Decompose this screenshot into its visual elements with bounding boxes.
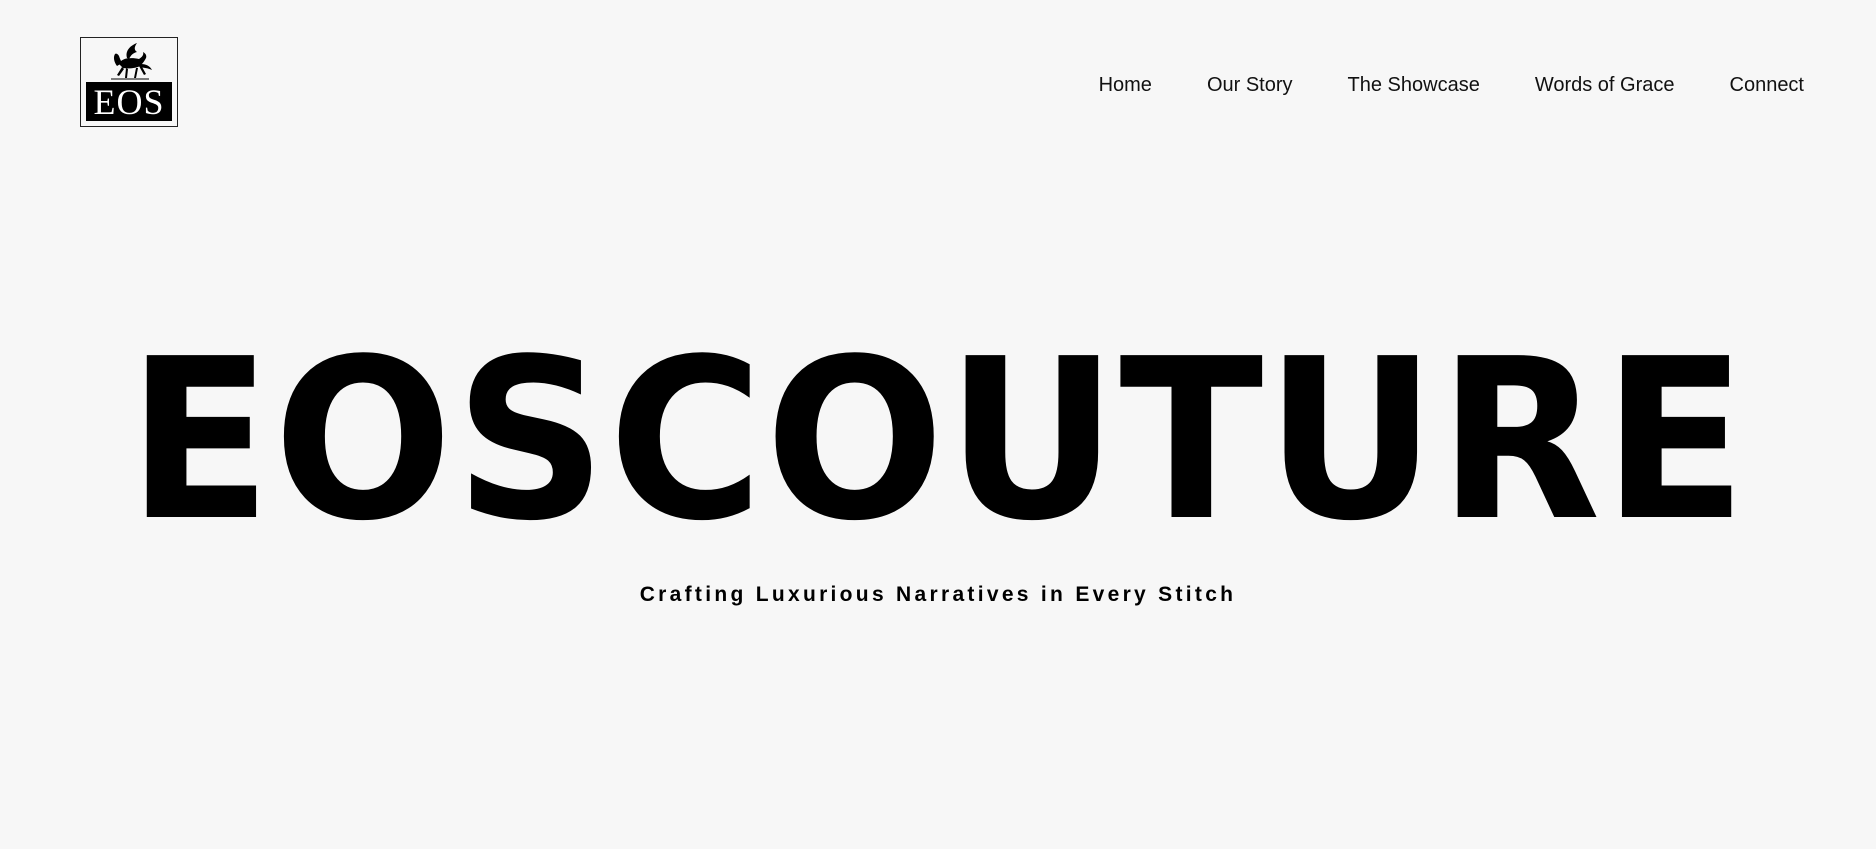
logo-text: EOS [86,82,172,122]
nav-connect[interactable]: Connect [1730,72,1805,98]
nav-the-showcase[interactable]: The Showcase [1348,72,1480,98]
main-nav: Home Our Story The Showcase Words of Gra… [1099,72,1804,98]
nav-home[interactable]: Home [1099,72,1152,98]
page: EOS Home Our Story The Showcase Words of… [0,0,1876,849]
hero-title: EOSCOUTURE [127,312,1749,570]
hero-subtitle: Crafting Luxurious Narratives in Every S… [639,583,1237,606]
nav-our-story[interactable]: Our Story [1207,72,1293,98]
logo[interactable]: EOS [80,37,178,127]
nav-words-of-grace[interactable]: Words of Grace [1535,72,1675,98]
pegasus-icon [111,43,152,80]
